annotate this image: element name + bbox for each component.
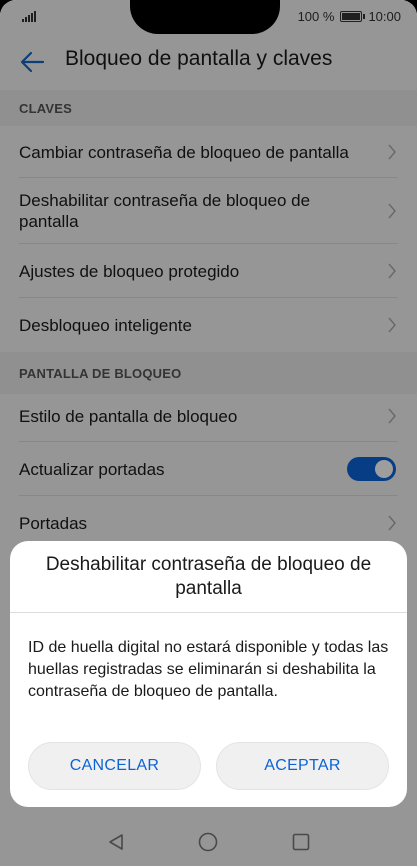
dialog-message: ID de huella digital no estará disponibl… — [28, 639, 389, 700]
confirm-dialog: Deshabilitar contraseña de bloqueo de pa… — [10, 541, 407, 807]
dialog-title: Deshabilitar contraseña de bloqueo de pa… — [45, 554, 372, 599]
screen: 100 % 10:00 Bloqueo de pantalla y claves… — [0, 0, 417, 866]
accept-button[interactable]: ACEPTAR — [216, 742, 389, 790]
divider — [10, 612, 407, 613]
cancel-button[interactable]: CANCELAR — [28, 742, 201, 790]
